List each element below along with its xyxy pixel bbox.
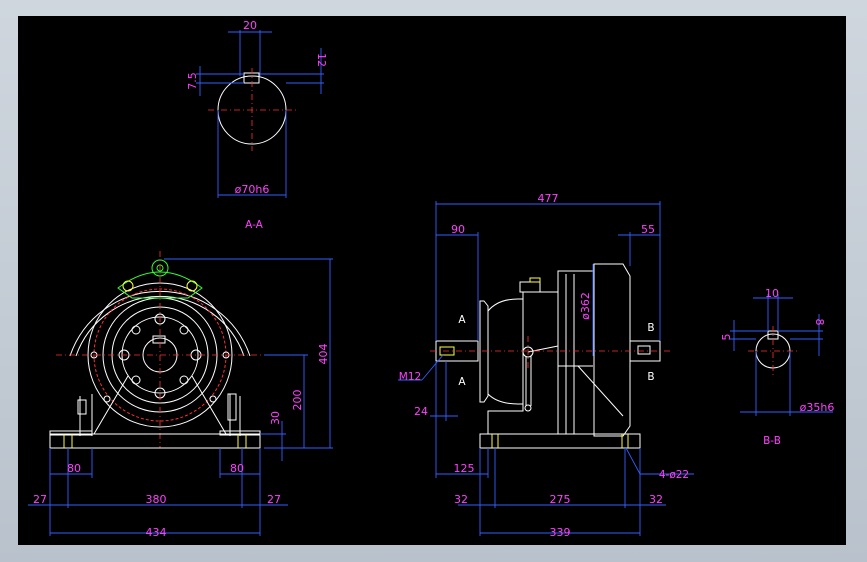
dim-hole-span: 380	[146, 493, 167, 506]
section-b-top: B	[647, 322, 654, 334]
dim-b-key-height: 8	[813, 319, 826, 326]
side-view: A A B B 477 90 55 ø362 M12 24 125 4-ø22 …	[398, 192, 694, 539]
section-aa-title: A-A	[245, 219, 264, 231]
dim-b-key-depth: 5	[720, 334, 733, 341]
dim-edge-left: 27	[33, 493, 47, 506]
section-aa-view: 20 7.5 12 ø70h6 A-A	[186, 19, 328, 231]
dim-foot-right: 80	[230, 462, 244, 475]
motor-flange	[593, 263, 631, 437]
dim-overall-width: 434	[146, 526, 167, 539]
dim-key-height: 12	[315, 53, 328, 67]
dim-edge-right: 27	[267, 493, 281, 506]
dim-foot-span: 275	[550, 493, 571, 506]
cad-viewport[interactable]: 20 7.5 12 ø70h6 A-A 404 200 30 80 80 27 …	[18, 16, 846, 545]
label-thread: M12	[399, 371, 421, 383]
dim-b-key-width: 10	[765, 287, 779, 300]
drawing-canvas: 20 7.5 12 ø70h6 A-A 404 200 30 80 80 27 …	[28, 19, 834, 539]
keyway	[243, 72, 260, 84]
dim-foot-edge-right: 32	[649, 493, 663, 506]
dim-shaft-in: 55	[641, 223, 655, 236]
dim-center-height: 200	[291, 390, 304, 411]
dim-height-total: 404	[317, 344, 330, 365]
dim-shaft-dia: ø70h6	[235, 183, 270, 196]
dim-shaft-tip: 24	[414, 405, 428, 418]
dim-foot-left: 80	[67, 462, 81, 475]
dim-flange-dia: ø362	[579, 292, 592, 320]
label-holes: 4-ø22	[659, 469, 689, 481]
dim-shaft-out: 90	[451, 223, 465, 236]
dim-base-length: 339	[550, 526, 571, 539]
housing-body	[487, 291, 559, 435]
section-bb-view: 10 5 8 ø35h6 B-B	[720, 287, 834, 447]
dim-key-width: 20	[243, 19, 257, 32]
dim-foot-edge-left: 32	[454, 493, 468, 506]
dim-b-shaft-dia: ø35h6	[800, 401, 835, 414]
section-bb-title: B-B	[763, 435, 781, 447]
dim-overall-length: 477	[538, 192, 559, 205]
section-b-bottom: B	[647, 371, 654, 383]
section-a-bottom: A	[458, 376, 466, 388]
dim-key-depth: 7.5	[186, 72, 199, 90]
base-plate	[49, 433, 261, 449]
front-view: 404 200 30 80 80 27 380 27 434	[28, 251, 333, 539]
dim-base-thickness: 30	[269, 411, 282, 425]
dim-base-offset: 125	[454, 462, 475, 475]
section-a-top: A	[458, 314, 466, 326]
